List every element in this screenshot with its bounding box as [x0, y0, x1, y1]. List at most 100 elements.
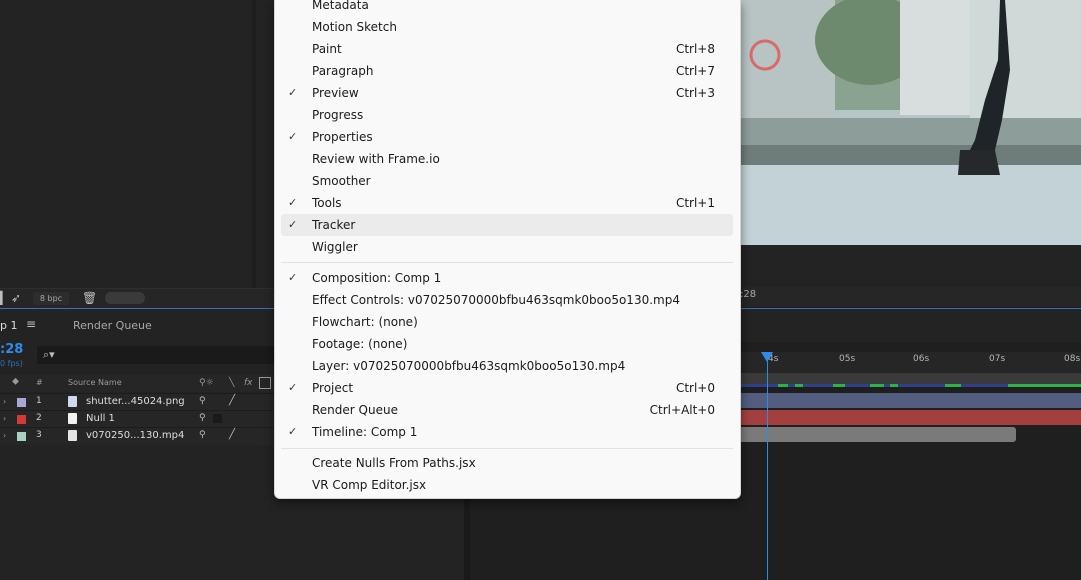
- menu-item-review-with-frameio[interactable]: Review with Frame.io: [281, 148, 733, 170]
- shy-toggle-icon[interactable]: ⚲: [199, 413, 206, 423]
- motion-blur-icon[interactable]: [259, 377, 271, 389]
- menu-item-footage[interactable]: Footage: (none): [281, 333, 733, 355]
- window-menu: Metadata Motion Sketch Paint Ctrl+8 Parag…: [274, 0, 741, 499]
- trash-icon[interactable]: 🗑: [82, 291, 97, 305]
- layer-name[interactable]: shutter...45024.png: [86, 396, 185, 407]
- menu-item-layer[interactable]: Layer: v07025070000bfbu463sqmk0boo5o130.…: [281, 355, 733, 377]
- quality-switch-icon[interactable]: ╲: [229, 378, 234, 388]
- menu-item-tracker[interactable]: ✓ Tracker: [281, 214, 733, 236]
- column-fx[interactable]: fx: [244, 378, 253, 388]
- ruler-tick-label: 06s: [913, 354, 930, 364]
- menu-item-composition[interactable]: ✓ Composition: Comp 1: [281, 267, 733, 289]
- bit-depth-button[interactable]: 8 bpc: [33, 292, 69, 305]
- viewer-timecode[interactable]: :28: [740, 289, 756, 300]
- ruler-tick-label: 07s: [989, 354, 1006, 364]
- layer-duration-bar[interactable]: [740, 427, 1016, 442]
- layer-search-input[interactable]: ⌕▾: [37, 346, 274, 364]
- timeline-graph[interactable]: 4s 05s 06s 07s 08s: [740, 342, 1081, 497]
- keyframe-marker[interactable]: [1008, 384, 1081, 387]
- menu-item-smoother[interactable]: Smoother: [281, 170, 733, 192]
- ruler-tick-label: 08s: [1064, 354, 1081, 364]
- keyframe-marker[interactable]: [890, 384, 898, 387]
- expand-arrow-icon[interactable]: ›: [3, 414, 6, 423]
- menu-item-paragraph[interactable]: Paragraph Ctrl+7: [281, 60, 733, 82]
- panel-edge: [256, 0, 274, 308]
- check-icon: ✓: [288, 271, 298, 284]
- menu-item-motion-sketch[interactable]: Motion Sketch: [281, 16, 733, 38]
- panel-menu-icon[interactable]: ≡: [26, 317, 36, 331]
- thumbnail-slider[interactable]: [105, 292, 145, 304]
- menu-item-create-nulls-from-paths[interactable]: Create Nulls From Paths.jsx: [281, 452, 733, 474]
- layer-row[interactable]: › 3 v070250...130.mp4 ⚲ ╱: [0, 427, 274, 445]
- menu-item-vr-comp-editor[interactable]: VR Comp Editor.jsx: [281, 474, 733, 496]
- layer-column-header: ⬥ # Source Name ⚲☼ ╲ fx: [0, 375, 274, 392]
- layer-row[interactable]: › 1 shutter...45024.png ⚲ ╱: [0, 393, 274, 411]
- layer-color-label[interactable]: [17, 398, 26, 407]
- flowchart-icon[interactable]: ▌: [0, 291, 7, 305]
- layer-color-label[interactable]: [17, 432, 26, 441]
- viewer-frame-image: [740, 0, 1081, 245]
- viewer-pasteboard: [740, 245, 1081, 287]
- menu-item-wiggler[interactable]: Wiggler: [281, 236, 733, 258]
- playhead-handle[interactable]: [761, 352, 773, 362]
- image-file-icon: [68, 396, 77, 407]
- layer-color-label[interactable]: [17, 415, 26, 424]
- layer-number: 1: [36, 396, 42, 406]
- timeline-switches-area: [274, 497, 464, 580]
- menu-item-timeline[interactable]: ✓ Timeline: Comp 1: [281, 421, 733, 443]
- menu-separator: [281, 448, 733, 449]
- menu-separator: [281, 262, 733, 263]
- column-hash: #: [36, 378, 43, 387]
- menu-item-metadata[interactable]: Metadata: [281, 0, 733, 16]
- layer-row[interactable]: › 2 Null 1 ⚲: [0, 410, 274, 428]
- timeline-empty-area: [470, 497, 1081, 580]
- timeline-layer-panel: :28 0 fps) ⌕▾ ⬥ # Source Name ⚲☼ ╲ fx › …: [0, 342, 274, 580]
- work-area-bar[interactable]: [740, 373, 1081, 387]
- menu-item-paint[interactable]: Paint Ctrl+8: [281, 38, 733, 60]
- menu-item-tools[interactable]: ✓ Tools Ctrl+1: [281, 192, 733, 214]
- viewer-footer: :28: [740, 287, 1081, 307]
- layer-duration-bar[interactable]: [740, 393, 1081, 408]
- playhead-line[interactable]: [767, 352, 768, 580]
- menu-item-properties[interactable]: ✓ Properties: [281, 126, 733, 148]
- menu-item-flowchart[interactable]: Flowchart: (none): [281, 311, 733, 333]
- keyframe-marker[interactable]: [945, 384, 961, 387]
- menu-item-preview[interactable]: ✓ Preview Ctrl+3: [281, 82, 733, 104]
- column-source-name[interactable]: Source Name: [68, 378, 122, 387]
- layer-number: 2: [36, 413, 42, 423]
- ruler-tick-label: 05s: [839, 354, 856, 364]
- render-rocket-icon[interactable]: ➶: [11, 291, 21, 305]
- shy-toggle-icon[interactable]: ⚲: [199, 430, 206, 440]
- composition-viewer[interactable]: [740, 0, 1081, 245]
- tab-render-queue[interactable]: Render Queue: [73, 319, 152, 332]
- shy-toggle-icon[interactable]: ⚲: [199, 396, 206, 406]
- current-time-display[interactable]: :28: [0, 342, 23, 357]
- project-footer: ▌ ➶ 8 bpc 🗑: [0, 288, 274, 309]
- tab-comp-1[interactable]: p 1: [0, 319, 17, 332]
- menu-item-render-queue[interactable]: Render Queue Ctrl+Alt+0: [281, 399, 733, 421]
- expand-arrow-icon[interactable]: ›: [3, 397, 6, 406]
- layer-name[interactable]: v070250...130.mp4: [86, 430, 184, 441]
- layer-duration-bar[interactable]: [740, 410, 1081, 425]
- keyframe-marker[interactable]: [870, 384, 884, 387]
- keyframe-marker[interactable]: [778, 384, 788, 387]
- layer-number: 3: [36, 430, 42, 440]
- shy-switch-icon[interactable]: ⚲☼: [199, 378, 214, 388]
- collapse-switch[interactable]: [213, 414, 222, 423]
- check-icon: ✓: [288, 218, 298, 231]
- quality-toggle-icon[interactable]: ╱: [229, 429, 235, 440]
- keyframe-marker[interactable]: [795, 384, 803, 387]
- project-panel: [0, 0, 252, 288]
- expand-arrow-icon[interactable]: ›: [3, 431, 6, 440]
- menu-item-effect-controls[interactable]: Effect Controls: v07025070000bfbu463sqmk…: [281, 289, 733, 311]
- menu-item-progress[interactable]: Progress: [281, 104, 733, 126]
- null-object-icon: [68, 413, 77, 424]
- menu-item-project[interactable]: ✓ Project Ctrl+0: [281, 377, 733, 399]
- quality-toggle-icon[interactable]: ╱: [229, 395, 235, 406]
- label-tag-icon[interactable]: ⬥: [12, 376, 19, 387]
- video-file-icon: [68, 430, 77, 441]
- layer-name[interactable]: Null 1: [86, 413, 115, 424]
- keyframe-marker[interactable]: [833, 384, 845, 387]
- check-icon: ✓: [288, 130, 298, 143]
- time-ruler[interactable]: 4s 05s 06s 07s 08s: [740, 352, 1081, 373]
